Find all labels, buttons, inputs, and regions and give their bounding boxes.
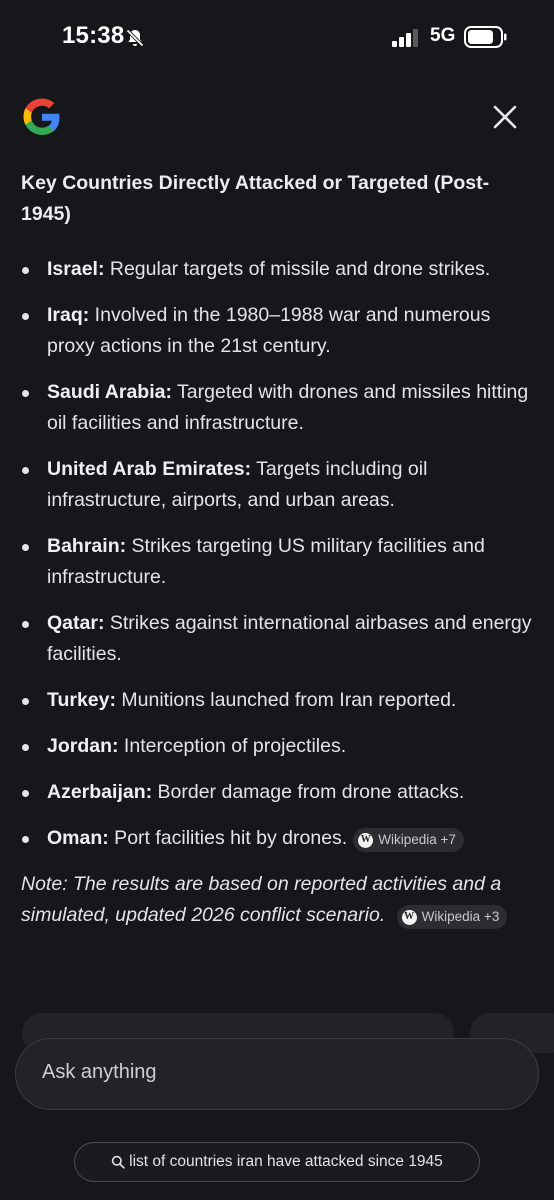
answer-heading: Key Countries Directly Attacked or Targe… xyxy=(21,172,490,225)
signal-icon xyxy=(392,29,418,47)
country-description: Regular targets of missile and drone str… xyxy=(104,258,491,280)
source-chip-oman[interactable]: W Wikipedia +7 xyxy=(353,828,464,852)
country-item: Azerbaijan: Border damage from drone att… xyxy=(21,777,536,808)
country-description: Border damage from drone attacks. xyxy=(152,781,465,803)
source-chip-label: Wikipedia +7 xyxy=(378,832,456,847)
country-item: Iraq: Involved in the 1980–1988 war and … xyxy=(21,300,536,362)
note-paragraph: Note: The results are based on reported … xyxy=(21,869,536,931)
close-icon[interactable] xyxy=(492,104,518,130)
country-item: Oman: Port facilities hit by drones. W Wik… xyxy=(21,823,536,854)
country-item: Israel: Regular targets of missile and d… xyxy=(21,254,536,285)
country-name: Israel: xyxy=(47,258,105,280)
country-description: Involved in the 1980–1988 war and numero… xyxy=(47,304,491,357)
ai-answer: Key Countries Directly Attacked or Targe… xyxy=(21,168,536,931)
country-name: Oman: xyxy=(47,827,109,849)
query-text: list of countries iran have attacked sin… xyxy=(129,1153,443,1170)
search-icon xyxy=(111,1155,125,1169)
country-name: Turkey: xyxy=(47,689,116,711)
network-type: 5G xyxy=(430,25,456,46)
country-name: United Arab Emirates: xyxy=(47,458,252,480)
bell-muted-icon xyxy=(126,29,144,47)
country-item: Saudi Arabia: Targeted with drones and m… xyxy=(21,377,536,439)
source-chip-note[interactable]: W Wikipedia +3 xyxy=(396,905,508,929)
battery-icon xyxy=(464,26,507,48)
google-g-icon[interactable] xyxy=(20,95,64,139)
country-description: Interception of projectiles. xyxy=(118,735,347,757)
country-name: Saudi Arabia: xyxy=(47,381,172,403)
ask-placeholder: Ask anything xyxy=(42,1061,157,1083)
country-description: Port facilities hit by drones. xyxy=(108,827,348,849)
source-chip-label: Wikipedia +3 xyxy=(421,909,500,924)
country-list: Israel: Regular targets of missile and d… xyxy=(21,254,536,854)
country-item: United Arab Emirates: Targets including … xyxy=(21,454,536,516)
country-name: Iraq: xyxy=(47,304,90,326)
status-time: 15:38 xyxy=(62,22,125,49)
country-item: Bahrain: Strikes targeting US military f… xyxy=(21,531,536,593)
country-name: Azerbaijan: xyxy=(47,781,153,803)
country-item: Jordan: Interception of projectiles. xyxy=(21,731,536,762)
wikipedia-icon: W xyxy=(358,832,374,848)
country-name: Bahrain: xyxy=(47,535,127,557)
country-description: Strikes against international airbases a… xyxy=(47,612,532,665)
country-item: Turkey: Munitions launched from Iran rep… xyxy=(21,685,536,716)
search-query-pill[interactable]: list of countries iran have attacked sin… xyxy=(74,1142,480,1182)
country-item: Qatar: Strikes against international air… xyxy=(21,608,536,670)
wikipedia-icon: W xyxy=(401,909,417,925)
country-description: Munitions launched from Iran reported. xyxy=(116,689,457,711)
ask-input[interactable]: Ask anything xyxy=(15,1038,539,1110)
country-name: Qatar: xyxy=(47,612,105,634)
country-name: Jordan: xyxy=(47,735,119,757)
status-bar: 15:38 5G xyxy=(0,0,554,76)
